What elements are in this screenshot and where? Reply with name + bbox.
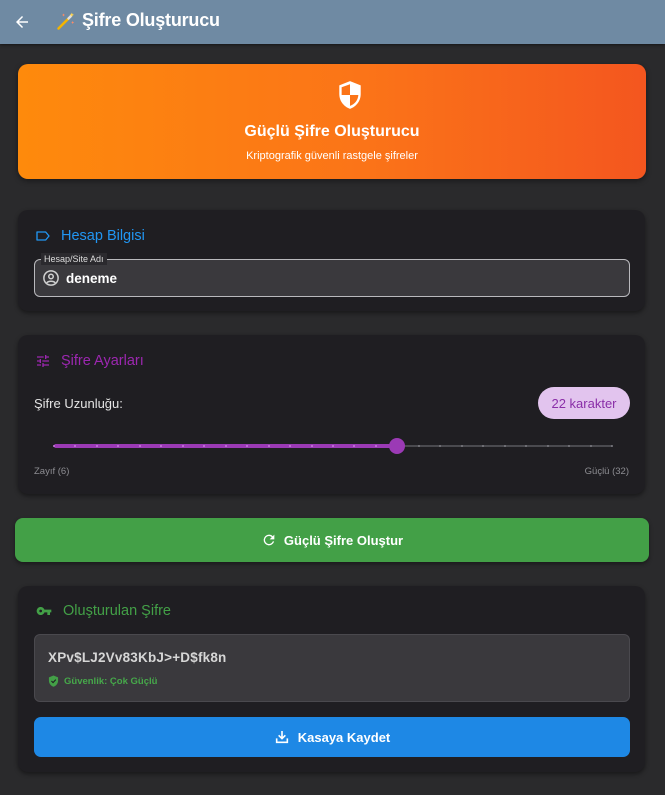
hero-subtitle: Kriptografik güvenli rastgele şifreler	[246, 150, 418, 162]
slider-thumb[interactable]	[389, 438, 406, 454]
slider-tick	[224, 445, 227, 447]
back-button[interactable]	[11, 11, 33, 33]
page-title: Şifre Oluşturucu	[82, 10, 220, 30]
length-badge: 22 karakter	[538, 387, 630, 419]
arrow-left-icon	[16, 16, 28, 28]
verified-shield-icon	[48, 675, 59, 687]
account-name-input[interactable]	[66, 260, 616, 296]
magic-wand-icon	[57, 12, 75, 30]
generated-password[interactable]: XPv$LJ2Vv83KbJ>+D$fk8n	[48, 650, 227, 665]
account-circle-icon	[43, 270, 59, 286]
download-icon	[275, 731, 288, 744]
slider-tick	[611, 445, 613, 447]
generate-button-label: Güçlü Şifre Oluştur	[283, 532, 404, 548]
slider-tick	[546, 445, 549, 447]
tune-icon	[37, 355, 49, 367]
slider-tick	[53, 445, 55, 447]
length-label: Şifre Uzunluğu:	[34, 396, 123, 411]
settings-card: Şifre Ayarları Şifre Uzunluğu: 22 karakt…	[18, 335, 645, 494]
slider-tick	[267, 445, 270, 447]
save-to-vault-button[interactable]: Kasaya Kaydet	[34, 717, 630, 757]
result-card: Oluşturulan Şifre XPv$LJ2Vv83KbJ>+D$fk8n…	[18, 586, 645, 772]
account-field[interactable]: Hesap/Site Adı	[34, 253, 630, 297]
hero-banner: Güçlü Şifre Oluşturucu Kriptografik güve…	[18, 64, 646, 179]
slider-tick	[503, 445, 506, 447]
save-button-label: Kasaya Kaydet	[297, 729, 391, 745]
key-icon	[36, 607, 52, 615]
settings-heading: Şifre Ayarları	[61, 353, 144, 369]
slider-tick	[460, 445, 463, 447]
slider-tick	[138, 445, 141, 447]
account-heading: Hesap Bilgisi	[61, 228, 145, 244]
refresh-icon	[263, 534, 275, 546]
slider-tick	[310, 445, 313, 447]
generate-password-button[interactable]: Güçlü Şifre Oluştur	[15, 518, 649, 562]
label-tag-icon	[36, 231, 50, 241]
slider-tick	[181, 445, 184, 447]
slider-min-label: Zayıf (6)	[34, 466, 70, 477]
hero-title: Güçlü Şifre Oluşturucu	[244, 123, 420, 140]
security-level: Güvenlik: Çok Güçlü	[64, 675, 158, 687]
account-card: Hesap Bilgisi Hesap/Site Adı	[18, 210, 645, 311]
result-heading: Oluşturulan Şifre	[63, 603, 171, 619]
shield-icon	[339, 81, 361, 109]
slider-tick	[332, 445, 334, 447]
length-slider[interactable]	[53, 436, 613, 456]
slider-tick	[589, 445, 592, 447]
slider-tick	[95, 445, 98, 447]
app-bar: Şifre Oluşturucu	[0, 0, 665, 44]
slider-tick	[374, 445, 377, 447]
password-display[interactable]: XPv$LJ2Vv83KbJ>+D$fk8n Güvenlik: Çok Güç…	[34, 634, 630, 702]
slider-tick	[417, 445, 420, 447]
slider-max-label: Güçlü (32)	[584, 466, 629, 477]
